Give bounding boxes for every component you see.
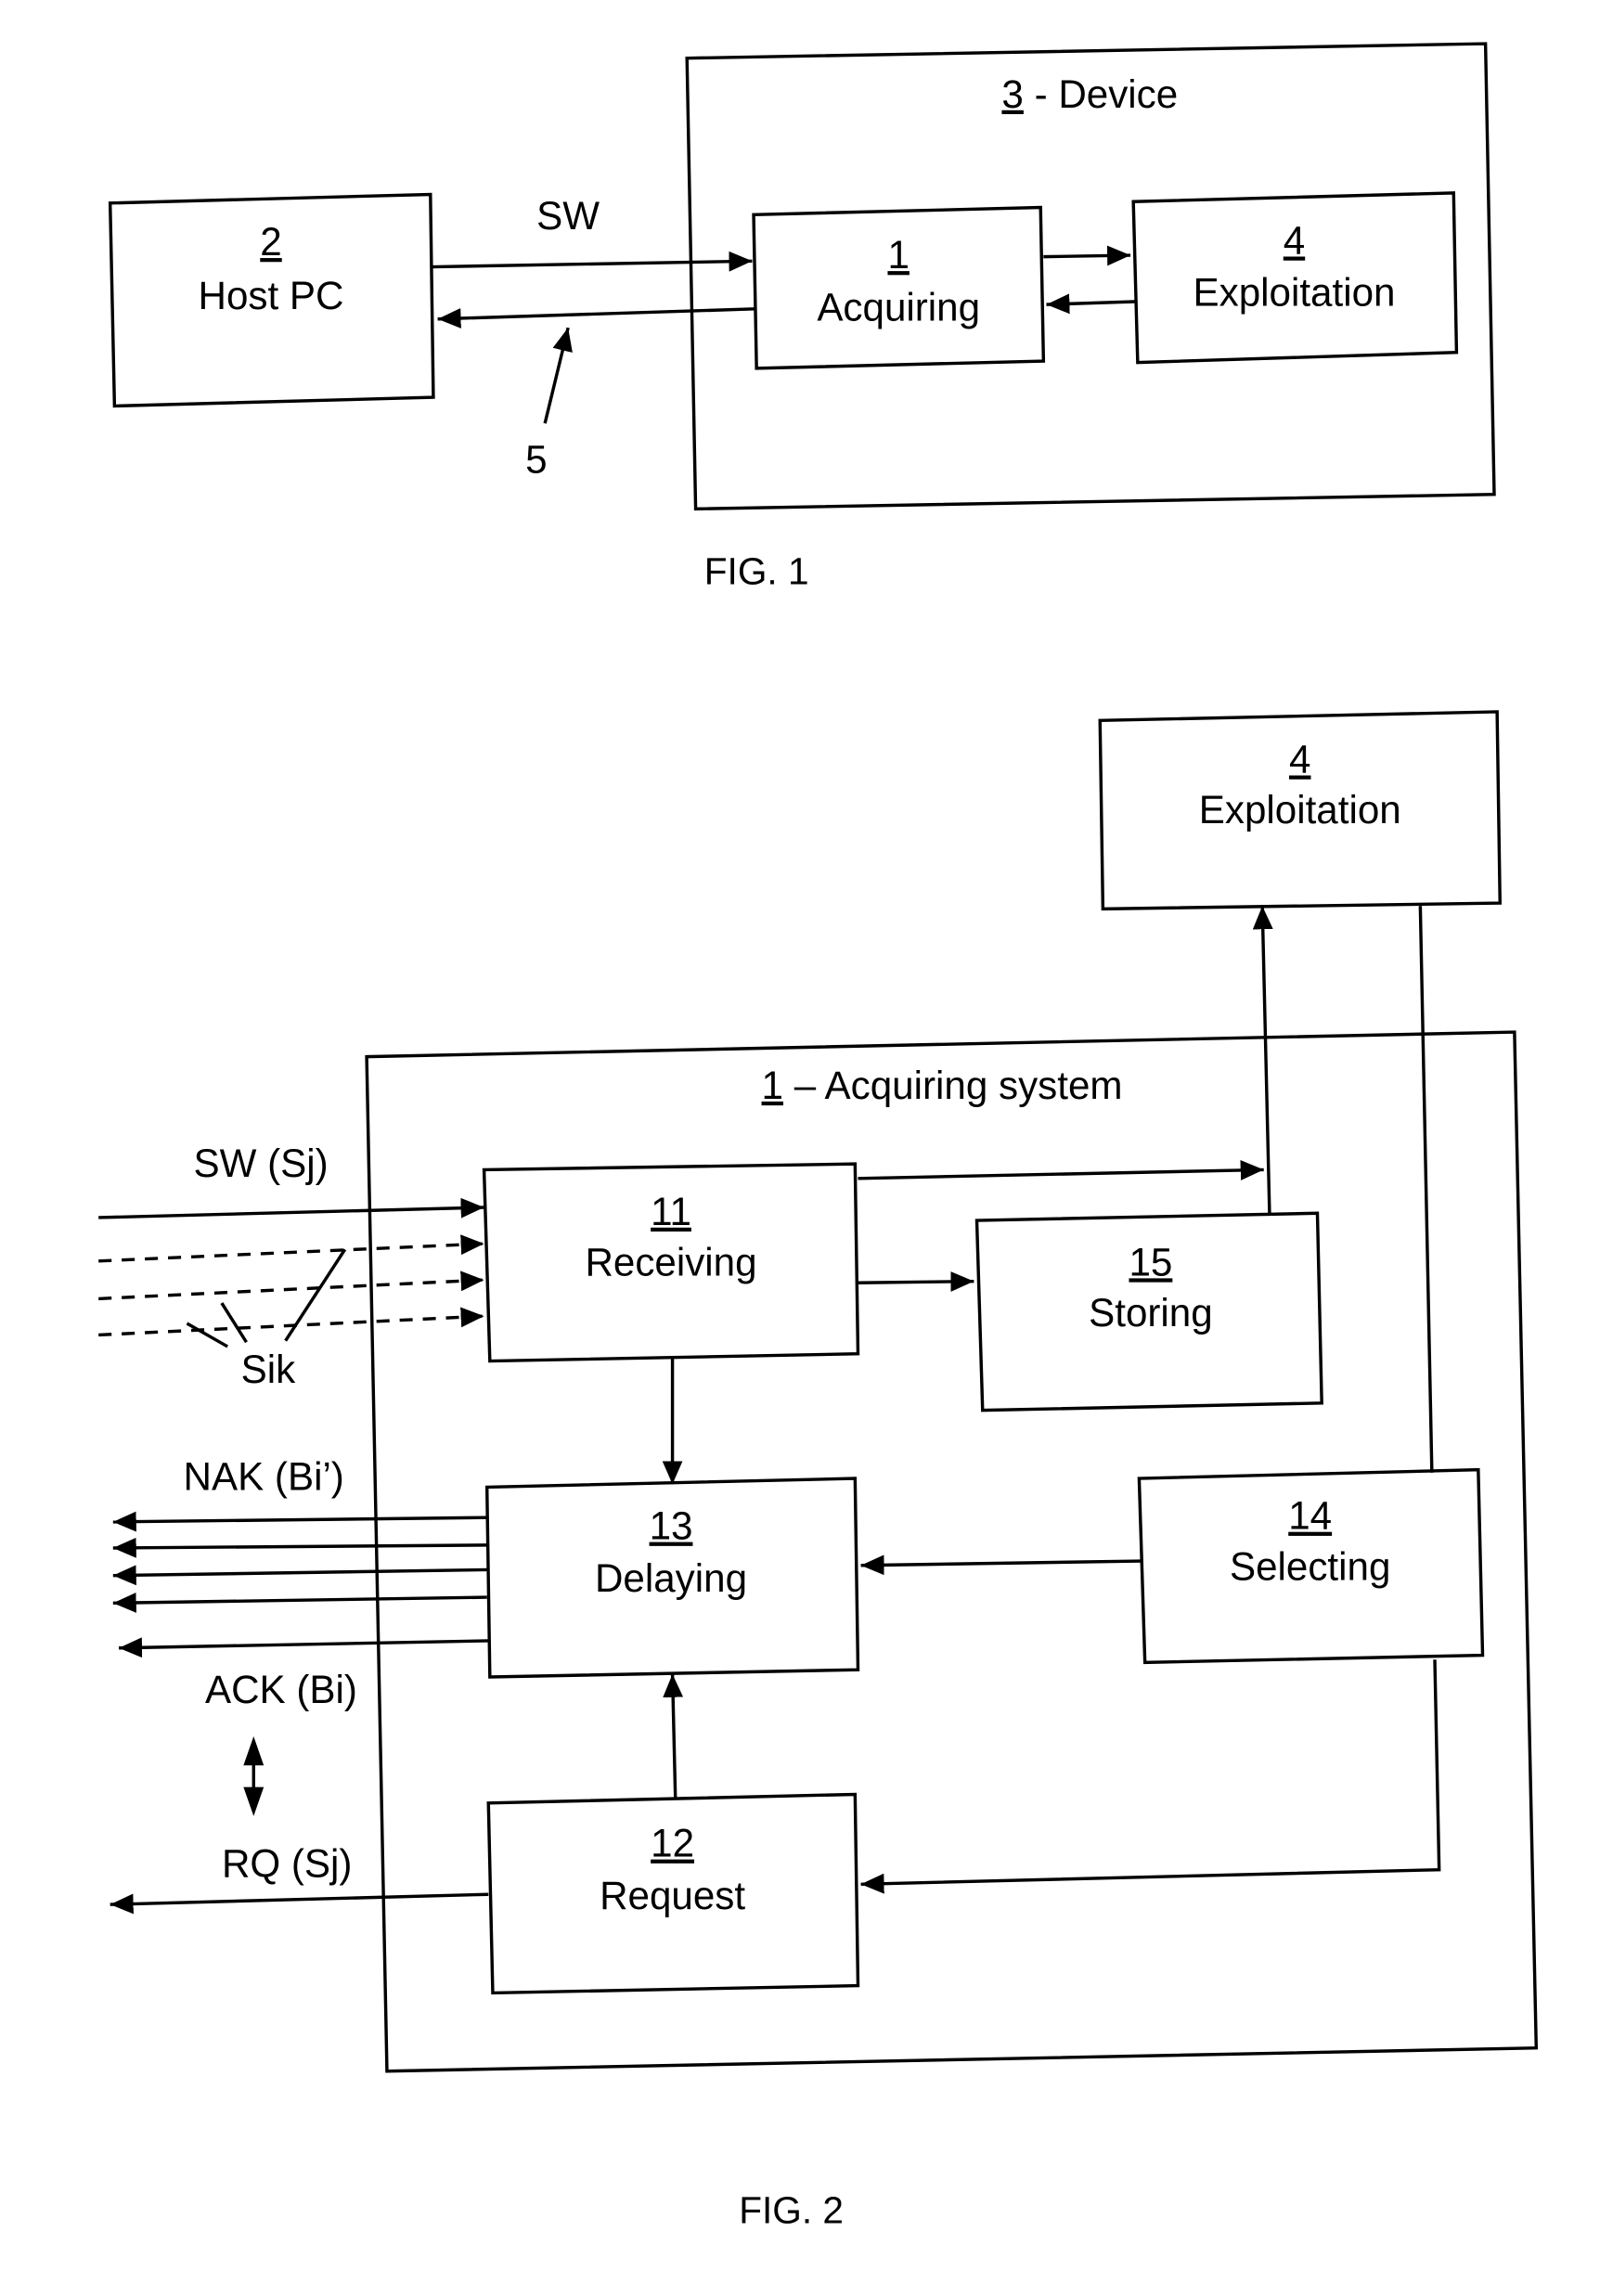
exploitation-num: 4 — [1284, 218, 1305, 262]
exploitation-label: Exploitation — [1194, 271, 1396, 315]
ack-rq-down-arrowhead — [243, 1786, 265, 1816]
sw-label: SW — [536, 194, 600, 238]
selecting-label: Selecting — [1230, 1544, 1390, 1588]
device-num: 3 — [1001, 72, 1023, 116]
device-label: - Device — [1024, 72, 1178, 116]
sw-sj-label: SW (Sj) — [193, 1142, 328, 1185]
ref-5-pointer — [543, 327, 573, 424]
receiving-num: 11 — [651, 1190, 691, 1233]
figure-1: 3 - Device 2 Host PC 1 Acquiring 4 Explo… — [108, 42, 1496, 593]
sik-label: Sik — [241, 1348, 296, 1391]
exploitation-label-2: Exploitation — [1199, 788, 1401, 832]
acq-to-expl-arrow — [1043, 245, 1131, 266]
figure-2: 4 Exploitation 1 – Acquiring system 11 R… — [98, 710, 1539, 2232]
fig1-caption: FIG. 1 — [704, 550, 809, 593]
sik-leader-2 — [220, 1302, 248, 1344]
request-num: 12 — [651, 1822, 694, 1865]
delaying-label: Delaying — [595, 1556, 747, 1600]
acquiring-system-num: 1 — [762, 1064, 783, 1107]
rq-label: RQ (Sj) — [222, 1841, 353, 1885]
storing-num: 15 — [1129, 1240, 1172, 1283]
fig2-caption: FIG. 2 — [739, 2189, 844, 2232]
acquiring-system-label: – Acquiring system — [783, 1064, 1123, 1107]
host-pc-label: Host PC — [199, 274, 344, 317]
host-pc-num: 2 — [260, 220, 281, 264]
sik-leader-3 — [284, 1248, 347, 1342]
storing-label: Storing — [1089, 1291, 1213, 1335]
device-title: 3 - Device — [1001, 72, 1178, 116]
ack-label: ACK (Bi) — [205, 1668, 357, 1711]
delaying-num: 13 — [650, 1504, 693, 1548]
selecting-num: 14 — [1288, 1494, 1332, 1538]
ack-rq-up-arrowhead — [243, 1736, 265, 1766]
request-label: Request — [600, 1874, 745, 1917]
exploitation-num-2: 4 — [1289, 738, 1310, 781]
acquiring-system-title: 1 – Acquiring system — [762, 1064, 1123, 1107]
sik-leader-1 — [186, 1322, 229, 1348]
nak-label: NAK (Bi’) — [184, 1455, 344, 1499]
receiving-label: Receiving — [585, 1240, 756, 1283]
receiving-to-storing-arrow — [858, 1271, 974, 1292]
ref-5-label: 5 — [525, 437, 547, 481]
acquiring-label: Acquiring — [817, 285, 980, 329]
patent-figures: 3 - Device 2 Host PC 1 Acquiring 4 Explo… — [98, 42, 1539, 2232]
acquiring-num: 1 — [887, 233, 909, 277]
